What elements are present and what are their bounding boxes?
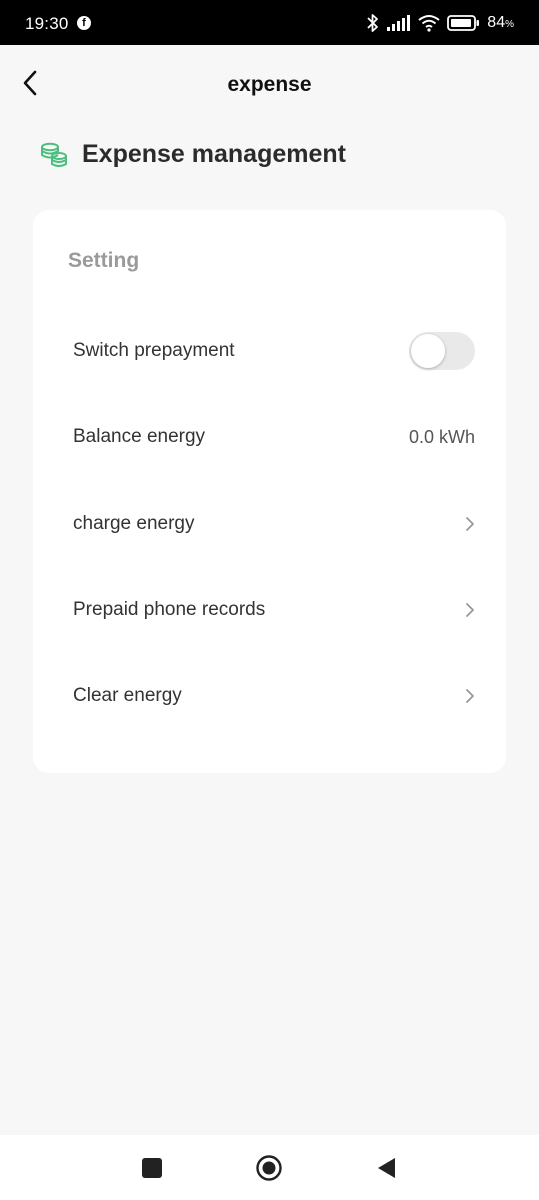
- chevron-right-icon: [465, 688, 475, 704]
- row-label: charge energy: [73, 513, 195, 534]
- battery-icon: [447, 15, 480, 31]
- system-back-button[interactable]: [373, 1155, 399, 1181]
- section-title: Expense management: [82, 140, 346, 168]
- card-heading: Setting: [68, 249, 140, 272]
- home-icon: [256, 1155, 282, 1181]
- switch-prepayment-row: Switch prepayment: [73, 326, 475, 376]
- row-label: Clear energy: [73, 685, 182, 706]
- chevron-right-icon: [465, 602, 475, 618]
- back-triangle-icon: [378, 1158, 395, 1178]
- prepayment-toggle[interactable]: [409, 332, 475, 370]
- recent-apps-icon: [142, 1158, 162, 1178]
- status-bar: 19:30 f 84%: [0, 0, 539, 45]
- balance-energy-value: 0.0 kWh: [408, 426, 475, 447]
- balance-energy-row: Balance energy 0.0 kWh: [73, 412, 475, 462]
- row-label: Switch prepayment: [73, 340, 235, 361]
- status-icons: 84%: [366, 13, 514, 33]
- row-label: Prepaid phone records: [73, 599, 266, 620]
- battery-percent: 84%: [487, 14, 514, 31]
- settings-card: Setting Switch prepayment Balance energy…: [33, 210, 506, 773]
- wifi-icon: [418, 15, 440, 32]
- bluetooth-icon: [367, 14, 379, 32]
- navigation-bar: [0, 1135, 539, 1200]
- header: expense: [0, 45, 539, 125]
- prepaid-phone-records-row[interactable]: Prepaid phone records: [73, 585, 475, 635]
- coins-icon: [41, 142, 67, 167]
- page-title: expense: [227, 73, 312, 96]
- home-button[interactable]: [256, 1155, 282, 1181]
- clear-energy-row[interactable]: Clear energy: [73, 671, 475, 721]
- recent-apps-button[interactable]: [139, 1155, 165, 1181]
- row-label: Balance energy: [73, 426, 206, 447]
- chevron-right-icon: [465, 516, 475, 532]
- toggle-knob: [411, 334, 445, 368]
- facebook-icon: f: [77, 16, 91, 30]
- status-time: 19:30: [25, 14, 69, 33]
- section-header: Expense management: [40, 140, 346, 169]
- signal-icon: [387, 15, 411, 31]
- charge-energy-row[interactable]: charge energy: [73, 499, 475, 549]
